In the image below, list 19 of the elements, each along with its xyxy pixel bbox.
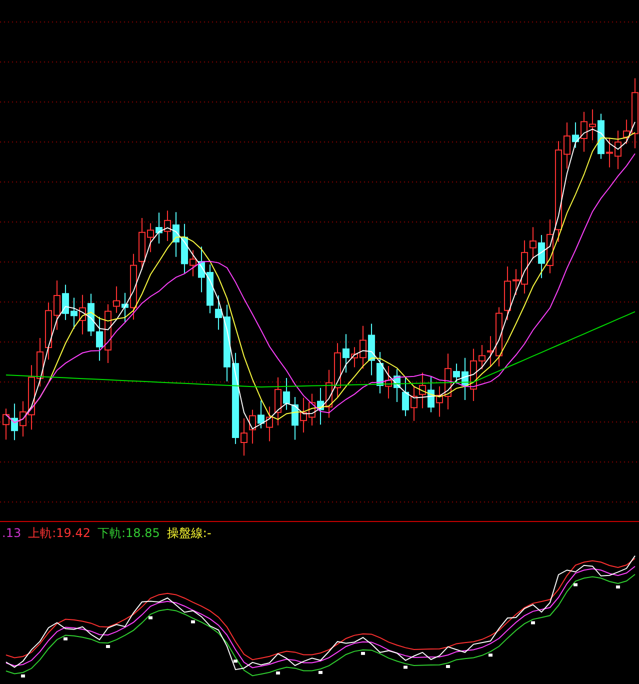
- signal-marker: [404, 666, 408, 669]
- signal-marker: [276, 672, 280, 674]
- signal-marker: [148, 616, 152, 620]
- signal-marker: [234, 660, 238, 663]
- signal-marker: [21, 674, 25, 678]
- indicator-value: 上軌:19.42: [28, 524, 90, 542]
- signal-marker: [446, 665, 450, 668]
- signal-marker: [361, 652, 365, 655]
- signal-marker: [318, 670, 322, 674]
- signal-marker: [64, 637, 68, 640]
- indicator-value: 下軌:18.85: [98, 524, 160, 542]
- signal-marker: [106, 645, 110, 648]
- indicator-value: 操盤線:-: [166, 524, 212, 542]
- signal-marker: [531, 621, 535, 624]
- signal-marker: [574, 583, 578, 586]
- signal-marker: [616, 585, 620, 588]
- signal-marker: [488, 654, 492, 657]
- indicator-value: .13: [2, 526, 22, 540]
- signal-marker: [191, 620, 195, 624]
